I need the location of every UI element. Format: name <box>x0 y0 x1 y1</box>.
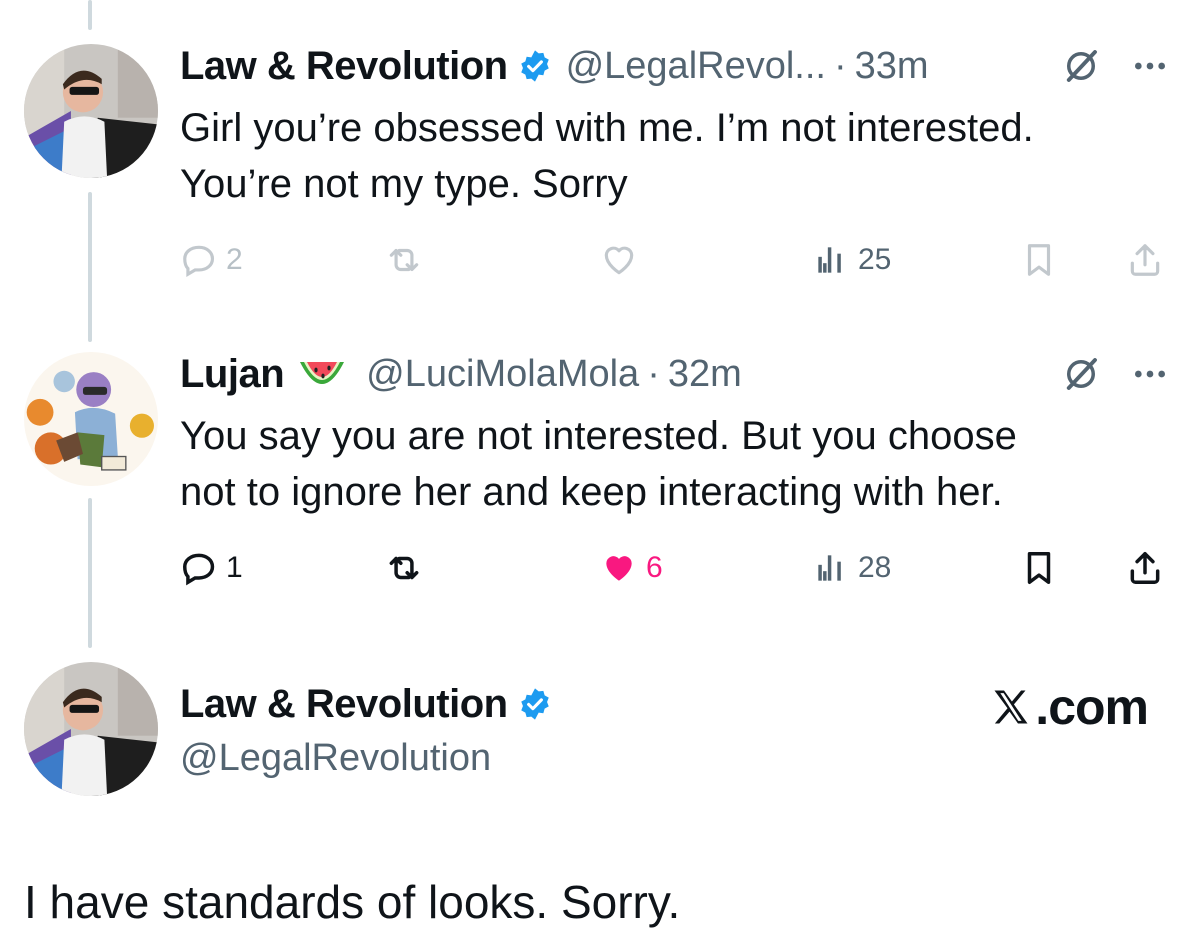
reply-icon <box>183 553 215 586</box>
watermelon-emoji-icon <box>300 362 345 384</box>
tweet-text: Girl you’re obsessed with me. I’m not in… <box>180 100 1170 212</box>
more-icon[interactable] <box>1130 46 1170 86</box>
avatar[interactable] <box>24 352 158 486</box>
bookmark-button[interactable] <box>1020 546 1058 590</box>
views-icon <box>818 247 841 273</box>
separator-dot: · <box>647 352 660 395</box>
like-button[interactable]: 6 <box>600 546 663 590</box>
share-icon <box>1130 244 1160 276</box>
share-icon <box>1130 552 1160 584</box>
retweet-icon <box>389 556 419 580</box>
handle[interactable]: @LuciMolaMola <box>366 353 639 396</box>
reply-button[interactable]: 1 <box>180 546 243 590</box>
reply-icon <box>183 245 215 278</box>
views-button[interactable]: 25 <box>812 238 891 282</box>
views-count: 28 <box>858 551 892 584</box>
views-button[interactable]: 28 <box>812 546 891 590</box>
reply-button[interactable]: 2 <box>180 238 243 282</box>
like-icon <box>606 556 632 581</box>
avatar[interactable] <box>24 662 158 796</box>
tweet-text-line: not to ignore her and keep interacting w… <box>180 470 1003 514</box>
like-icon <box>604 246 634 275</box>
tweet-header: Lujan @LuciMolaMola · 32m <box>180 348 1170 400</box>
handle[interactable]: @LegalRevolution <box>180 737 491 780</box>
x-com-watermark: .com <box>989 678 1149 736</box>
grok-icon[interactable] <box>1060 45 1102 87</box>
views-count: 25 <box>858 243 892 276</box>
tweet-header: Law & Revolution @LegalRevol... · 33m <box>180 40 1170 92</box>
x-logo-icon <box>994 690 1028 724</box>
display-name[interactable]: Law & Revolution <box>180 682 508 727</box>
thread-line <box>88 192 92 342</box>
separator-dot: · <box>833 44 847 87</box>
tweet-text: You say you are not interested. But you … <box>180 408 1170 520</box>
like-button[interactable] <box>600 238 638 282</box>
display-name[interactable]: Lujan <box>180 352 285 397</box>
views-icon <box>818 555 841 581</box>
reply-count: 2 <box>226 243 243 276</box>
share-button[interactable] <box>1126 238 1164 282</box>
tweet-text-line: You say you are not interested. But you … <box>180 414 1017 458</box>
verified-badge-icon <box>520 688 549 720</box>
action-bar: 2 25 <box>180 238 1170 282</box>
bookmark-icon <box>1027 244 1051 276</box>
like-count: 6 <box>646 551 663 584</box>
timestamp[interactable]: 32m <box>668 353 742 396</box>
watermark-text: .com <box>1035 679 1149 735</box>
retweet-icon <box>389 248 419 272</box>
avatar[interactable] <box>24 44 158 178</box>
bookmark-button[interactable] <box>1020 238 1058 282</box>
handle[interactable]: @LegalRevol... <box>566 45 826 88</box>
thread-line <box>88 498 92 648</box>
display-name[interactable]: Law & Revolution <box>180 44 508 89</box>
author-handle-row: @LegalRevolution <box>180 732 491 784</box>
action-bar: 1 6 28 <box>180 546 1170 590</box>
share-button[interactable] <box>1126 546 1164 590</box>
bookmark-icon <box>1027 552 1051 584</box>
author-name-row: Law & Revolution <box>180 678 552 730</box>
more-icon[interactable] <box>1130 354 1170 394</box>
reply-count: 1 <box>226 551 243 584</box>
thread-line <box>88 0 92 30</box>
retweet-button[interactable] <box>385 546 423 590</box>
timestamp[interactable]: 33m <box>855 45 929 88</box>
grok-icon[interactable] <box>1060 353 1102 395</box>
tweet-text-line: Girl you’re obsessed with me. I’m not in… <box>180 106 1034 150</box>
retweet-button[interactable] <box>385 238 423 282</box>
tweet-text-line: You’re not my type. Sorry <box>180 162 628 206</box>
verified-badge-icon <box>520 50 549 82</box>
post-text: I have standards of looks. Sorry. <box>24 876 681 928</box>
